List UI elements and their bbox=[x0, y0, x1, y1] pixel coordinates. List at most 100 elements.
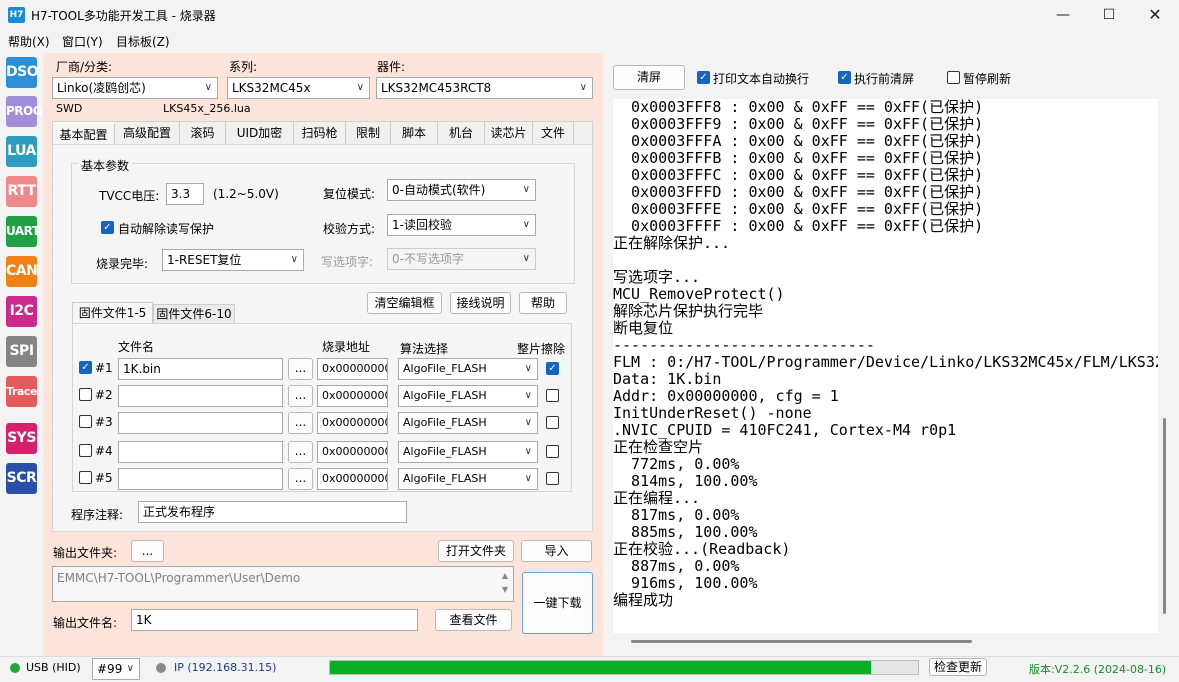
pause-refresh-label: 暂停刷新 bbox=[963, 72, 1012, 86]
tab-files-6-10[interactable]: 固件文件6-10 bbox=[153, 304, 235, 324]
tab-7[interactable]: 机台 bbox=[438, 122, 485, 144]
file-full-erase-checkbox[interactable]: ✓ bbox=[546, 362, 559, 375]
file-name-input[interactable]: 1K.bin bbox=[118, 358, 283, 380]
log-horizontal-scrollbar[interactable] bbox=[631, 640, 972, 643]
close-button[interactable]: ✕ bbox=[1132, 0, 1178, 30]
check-update-button[interactable]: 检查更新 bbox=[929, 658, 987, 676]
reset-mode-select[interactable]: 0-自动模式(软件) ∨ bbox=[387, 179, 536, 201]
output-name-input[interactable]: 1K bbox=[131, 609, 418, 631]
file-name-input[interactable] bbox=[118, 441, 283, 463]
file-browse-button[interactable]: ... bbox=[288, 468, 313, 490]
file-algorithm-select[interactable]: AlgoFile_FLASH ∨ bbox=[398, 412, 538, 434]
file-algorithm-select[interactable]: AlgoFile_FLASH ∨ bbox=[398, 358, 538, 380]
tab-4[interactable]: 扫码枪 bbox=[294, 122, 346, 144]
wiring-button[interactable]: 接线说明 bbox=[450, 292, 511, 314]
sidebar-spi-button[interactable]: SPI bbox=[6, 336, 37, 367]
file-name-input[interactable] bbox=[118, 385, 283, 407]
chevron-down-icon: ∨ bbox=[522, 219, 530, 230]
file-browse-button[interactable]: ... bbox=[288, 441, 313, 463]
sidebar-dso-button[interactable]: DSO bbox=[6, 57, 39, 88]
output-folder-browse-button[interactable]: ... bbox=[131, 540, 164, 562]
sidebar-sys-button[interactable]: SYS bbox=[6, 423, 37, 454]
tab-files-1-5[interactable]: 固件文件1-5 bbox=[72, 302, 153, 324]
sidebar-prog-button[interactable]: PROG bbox=[6, 96, 43, 127]
path-scrollbar[interactable]: ▲ ▼ bbox=[498, 569, 512, 599]
file-name-input[interactable] bbox=[118, 412, 283, 434]
sidebar-scr-button[interactable]: SCR bbox=[6, 463, 37, 494]
usb-status-icon bbox=[10, 663, 20, 673]
file-address-input[interactable]: 0x00000000 bbox=[317, 441, 388, 463]
auto-unlock-checkbox[interactable]: ✓ bbox=[101, 221, 114, 234]
header-filename: 文件名 bbox=[118, 340, 155, 354]
finish-select[interactable]: 1-RESET复位 ∨ bbox=[162, 249, 304, 271]
sidebar-i2c-button[interactable]: I2C bbox=[6, 296, 37, 327]
tab-3[interactable]: UID加密 bbox=[226, 122, 294, 144]
tab-0[interactable]: 基本配置 bbox=[53, 122, 115, 144]
verify-select[interactable]: 1-读回校验 ∨ bbox=[387, 214, 536, 236]
tab-6[interactable]: 脚本 bbox=[391, 122, 438, 144]
sidebar-trace-button[interactable]: Trace bbox=[6, 376, 37, 407]
ip-status-text: IP (192.168.31.15) bbox=[174, 661, 277, 674]
file-full-erase-checkbox[interactable] bbox=[546, 389, 559, 402]
file-address-input[interactable]: 0x00000000 bbox=[317, 358, 388, 380]
sidebar-rtt-button[interactable]: RTT bbox=[6, 176, 37, 207]
file-full-erase-checkbox[interactable] bbox=[546, 445, 559, 458]
tab-2[interactable]: 滚码 bbox=[180, 122, 226, 144]
file-browse-button[interactable]: ... bbox=[288, 385, 313, 407]
file-full-erase-checkbox[interactable] bbox=[546, 472, 559, 485]
view-file-button[interactable]: 查看文件 bbox=[435, 609, 512, 631]
tab-1[interactable]: 高级配置 bbox=[115, 122, 180, 144]
series-select[interactable]: LKS32MC45x ∨ bbox=[227, 77, 370, 99]
file-browse-button[interactable]: ... bbox=[288, 358, 313, 380]
clear-before-checkbox[interactable]: ✓ bbox=[838, 71, 851, 84]
clear-screen-button[interactable]: 清屏 bbox=[613, 65, 685, 90]
sidebar-can-button[interactable]: CAN bbox=[6, 256, 38, 287]
file-algorithm-select[interactable]: AlgoFile_FLASH ∨ bbox=[398, 441, 538, 463]
tab-8[interactable]: 读芯片 bbox=[485, 122, 533, 144]
import-button[interactable]: 导入 bbox=[521, 540, 592, 562]
reset-mode-label: 复位模式: bbox=[323, 187, 376, 201]
file-address-input[interactable]: 0x00000000 bbox=[317, 412, 388, 434]
output-path-field[interactable]: EMMC\H7-TOOL\Programmer\User\Demo bbox=[52, 566, 514, 602]
one-click-download-button[interactable]: 一键下载 bbox=[522, 572, 593, 634]
file-name-input[interactable] bbox=[118, 468, 283, 490]
menu-target-board[interactable]: 目标板(Z) bbox=[116, 33, 170, 50]
file-browse-button[interactable]: ... bbox=[288, 412, 313, 434]
menu-help[interactable]: 帮助(X) bbox=[8, 33, 50, 50]
maximize-button[interactable]: ☐ bbox=[1086, 0, 1132, 30]
menu-bar: 帮助(X) 窗口(Y) 目标板(Z) bbox=[0, 31, 1179, 51]
file-row-id: #3 bbox=[95, 415, 113, 429]
file-enable-checkbox[interactable]: ✓ bbox=[79, 361, 92, 374]
chevron-down-icon: ∨ bbox=[204, 82, 212, 93]
file-full-erase-checkbox[interactable] bbox=[546, 416, 559, 429]
log-vertical-scrollbar[interactable] bbox=[1163, 418, 1166, 614]
open-folder-button[interactable]: 打开文件夹 bbox=[438, 540, 514, 562]
tab-9[interactable]: 文件 bbox=[533, 122, 574, 144]
file-algorithm-select[interactable]: AlgoFile_FLASH ∨ bbox=[398, 468, 538, 490]
sidebar-uart-button[interactable]: UART bbox=[6, 216, 40, 247]
part-select[interactable]: LKS32MC453RCT8 ∨ bbox=[376, 77, 593, 99]
option-byte-select[interactable]: 0-不写选项字 ∨ bbox=[387, 248, 536, 270]
file-enable-checkbox[interactable] bbox=[79, 471, 92, 484]
file-enable-checkbox[interactable] bbox=[79, 415, 92, 428]
file-address-input[interactable]: 0x00000000 bbox=[317, 468, 388, 490]
wrap-text-checkbox[interactable]: ✓ bbox=[697, 71, 710, 84]
finish-label: 烧录完毕: bbox=[96, 257, 149, 271]
help-button[interactable]: 帮助 bbox=[519, 292, 567, 314]
port-select[interactable]: #99 ∨ bbox=[92, 658, 140, 680]
tab-5[interactable]: 限制 bbox=[346, 122, 391, 144]
pause-refresh-checkbox[interactable] bbox=[947, 71, 960, 84]
vendor-select[interactable]: Linko(凌鸥创芯) ∨ bbox=[52, 77, 218, 99]
file-algorithm-select[interactable]: AlgoFile_FLASH ∨ bbox=[398, 385, 538, 407]
tvcc-input[interactable]: 3.3 bbox=[166, 183, 204, 205]
log-output[interactable]: 0x0003FFF8 : 0x00 & 0xFF == 0xFF(已保护) 0x… bbox=[613, 99, 1158, 633]
note-input[interactable]: 正式发布程序 bbox=[138, 501, 407, 523]
file-enable-checkbox[interactable] bbox=[79, 388, 92, 401]
minimize-button[interactable]: — bbox=[1040, 0, 1086, 30]
menu-window[interactable]: 窗口(Y) bbox=[62, 33, 103, 50]
clear-edit-button[interactable]: 清空编辑框 bbox=[367, 292, 442, 314]
file-row-id: #1 bbox=[95, 361, 113, 375]
sidebar-lua-button[interactable]: LUA bbox=[6, 136, 37, 167]
file-enable-checkbox[interactable] bbox=[79, 444, 92, 457]
file-address-input[interactable]: 0x00000000 bbox=[317, 385, 388, 407]
